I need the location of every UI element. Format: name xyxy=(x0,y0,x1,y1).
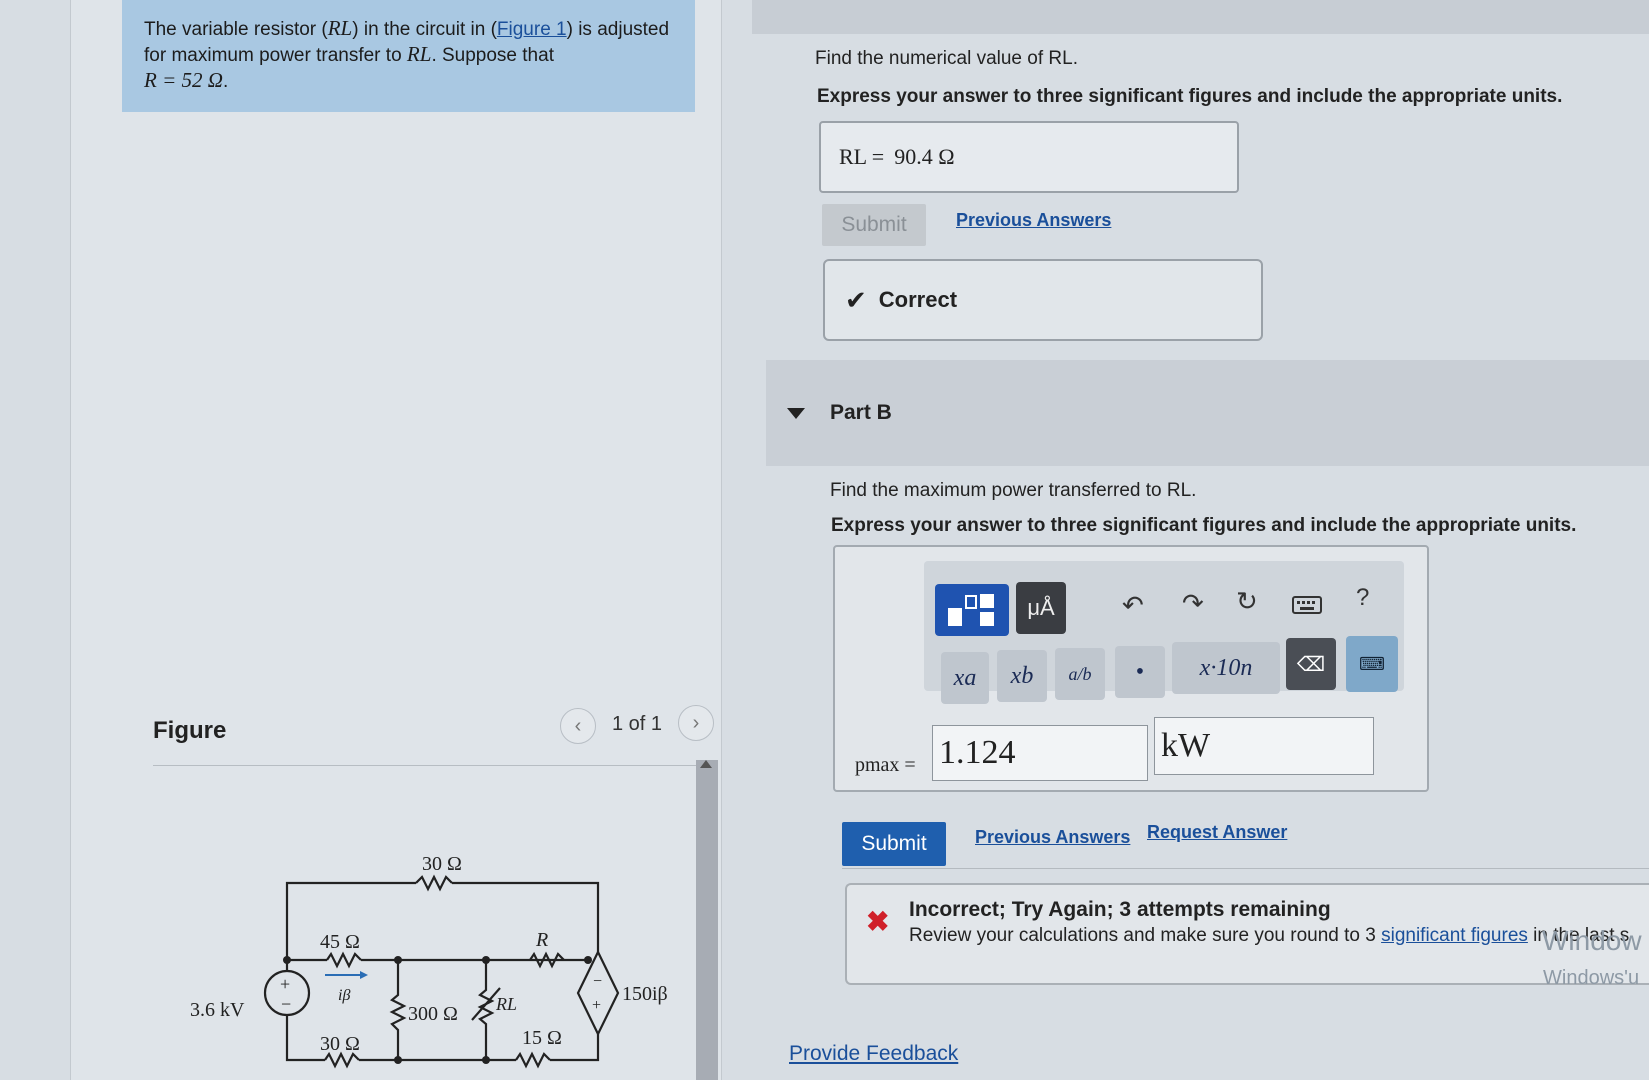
part-b-previous-answers-link[interactable]: Previous Answers xyxy=(975,827,1130,848)
part-a-correct-banner: ✔ Correct xyxy=(823,259,1263,341)
chevron-right-icon: › xyxy=(692,711,700,734)
part-a-result: Correct xyxy=(878,287,958,312)
part-a-submit-button: Submit xyxy=(822,204,926,246)
templates-icon xyxy=(948,594,994,626)
provide-feedback-link[interactable]: Provide Feedback xyxy=(789,1042,958,1066)
part-a-instructions: Express your answer to three significant… xyxy=(817,86,1563,107)
figure-next-button[interactable]: › xyxy=(678,705,714,741)
chevron-left-icon: ‹ xyxy=(574,714,582,737)
label-15-ohm: 15 Ω xyxy=(522,1027,562,1049)
problem-statement: The variable resistor (RL) in the circui… xyxy=(144,16,670,92)
significant-figures-link[interactable]: significant figures xyxy=(1381,925,1528,946)
request-answer-link[interactable]: Request Answer xyxy=(1147,822,1287,843)
label-current: iβ xyxy=(338,987,350,1004)
circuit-diagram: 30 Ω 45 Ω 3.6 kV 30 Ω 300 Ω R RL 15 Ω 15… xyxy=(190,853,668,1069)
backspace-icon: ⌫ xyxy=(1296,653,1326,676)
part-a-answer-value: 90.4 Ω xyxy=(894,144,955,169)
part-a-previous-answers-link[interactable]: Previous Answers xyxy=(956,210,1111,231)
dep-source-minus-sign: − xyxy=(593,973,602,990)
units-icon: μÅ xyxy=(1027,595,1055,620)
incorrect-title: Incorrect; Try Again; 3 attempts remaini… xyxy=(909,898,1331,921)
figure-link[interactable]: Figure 1 xyxy=(497,19,567,40)
reset-icon[interactable]: ↻ xyxy=(1236,586,1258,617)
backspace-button[interactable]: ⌫ xyxy=(1286,638,1336,690)
incorrect-message: Review your calculations and make sure y… xyxy=(909,925,1630,946)
figure-prev-button[interactable]: ‹ xyxy=(560,708,596,744)
source-minus-sign: − xyxy=(281,994,291,1014)
rl-symbol: RL xyxy=(406,42,432,66)
label-30-ohm-top: 30 Ω xyxy=(422,853,462,875)
part-a-answer-field: RL = 90.4 Ω xyxy=(819,121,1239,193)
figure-scrollbar[interactable] xyxy=(696,760,718,1080)
r-value: R = 52 Ω xyxy=(144,68,223,92)
error-x-icon: ✖ xyxy=(866,906,890,937)
redo-icon[interactable]: ↷ xyxy=(1182,588,1204,619)
feedback-divider xyxy=(842,868,1649,869)
pmax-value-input[interactable] xyxy=(932,725,1148,781)
label-source-voltage: 3.6 kV xyxy=(190,999,245,1021)
keyboard-toggle-icon: ⌨ xyxy=(1359,653,1385,674)
part-b-title[interactable]: Part B xyxy=(830,401,892,425)
scroll-up-arrow-icon[interactable] xyxy=(700,760,712,768)
part-b-submit-button[interactable]: Submit xyxy=(842,822,946,866)
fraction-key[interactable]: a/b xyxy=(1055,648,1105,700)
pmax-label: pmax = xyxy=(855,754,916,776)
part-b-header[interactable] xyxy=(766,360,1649,466)
dep-source-plus-sign: + xyxy=(592,997,601,1014)
checkmark-icon: ✔ xyxy=(845,284,867,315)
keyboard-toggle-button[interactable]: ⌨ xyxy=(1346,636,1398,692)
windows-activation-watermark: Window xyxy=(1542,925,1642,956)
label-r: R xyxy=(535,929,548,951)
collapse-caret-icon[interactable] xyxy=(787,408,805,419)
undo-icon[interactable]: ↶ xyxy=(1122,590,1144,621)
part-a-header-strip xyxy=(752,0,1649,34)
units-button[interactable]: μÅ xyxy=(1016,582,1066,634)
part-a-prompt: Find the numerical value of RL. xyxy=(815,48,1078,69)
scientific-notation-key[interactable]: x·10n xyxy=(1172,642,1280,694)
windows-activation-watermark-sub: Windows'u xyxy=(1543,967,1640,989)
superscript-key[interactable]: xa xyxy=(941,652,989,704)
figure-divider xyxy=(153,765,713,766)
rl-symbol: RL xyxy=(327,16,353,40)
part-b-instructions: Express your answer to three significant… xyxy=(831,515,1577,536)
label-30-ohm-bottom: 30 Ω xyxy=(320,1033,360,1055)
pmax-unit-input[interactable] xyxy=(1154,717,1374,775)
figure-heading: Figure xyxy=(153,717,227,744)
keyboard-icon[interactable] xyxy=(1292,596,1322,619)
help-button[interactable]: ? xyxy=(1356,584,1369,612)
label-rl: RL xyxy=(495,994,517,1014)
templates-button[interactable] xyxy=(935,584,1009,636)
label-300-ohm: 300 Ω xyxy=(408,1003,458,1025)
label-dependent-source: 150iβ xyxy=(622,983,668,1005)
subscript-key[interactable]: xb xyxy=(997,650,1047,702)
decimal-point-key[interactable]: • xyxy=(1115,646,1165,698)
label-45-ohm: 45 Ω xyxy=(320,931,360,953)
source-plus-sign: + xyxy=(280,974,290,994)
part-a-answer-label: RL = xyxy=(839,144,885,169)
figure-counter: 1 of 1 xyxy=(612,713,663,735)
part-b-prompt: Find the maximum power transferred to RL… xyxy=(830,480,1197,501)
